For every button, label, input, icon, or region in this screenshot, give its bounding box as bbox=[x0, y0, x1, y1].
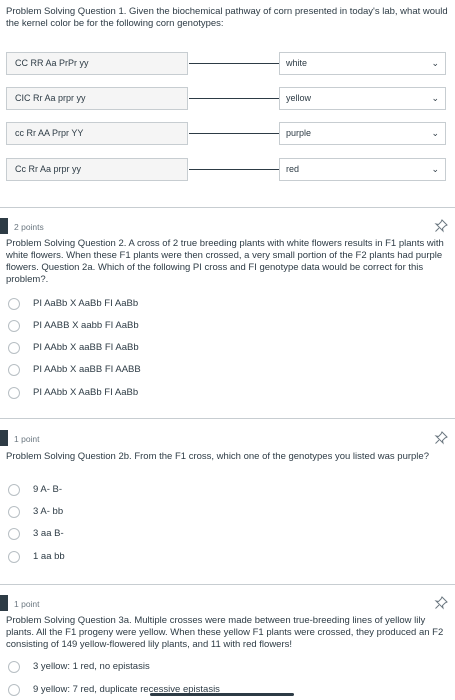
pin-icon[interactable] bbox=[434, 431, 448, 445]
match-select-value: white bbox=[286, 58, 308, 68]
horizontal-scrollbar[interactable] bbox=[150, 693, 294, 696]
radio-button[interactable] bbox=[8, 684, 20, 696]
q3-text: Problem Solving Question 2b. From the F1… bbox=[6, 451, 429, 462]
pin-icon[interactable] bbox=[434, 596, 448, 610]
points-label: 1 point bbox=[14, 434, 40, 444]
option-label: 3 A- bb bbox=[33, 506, 64, 517]
match-connector bbox=[189, 133, 279, 134]
match-left-3: cc Rr AA Prpr YY bbox=[6, 122, 188, 145]
radio-button[interactable] bbox=[8, 320, 20, 332]
radio-button[interactable] bbox=[8, 342, 20, 354]
radio-button[interactable] bbox=[8, 551, 20, 563]
option-label: PI AABB X aabb FI AaBb bbox=[33, 320, 139, 331]
match-connector bbox=[189, 63, 279, 64]
match-select-value: purple bbox=[286, 128, 312, 138]
chevron-down-icon: ⌄ bbox=[431, 128, 439, 138]
q4-text: Problem Solving Question 3a. Multiple cr… bbox=[6, 615, 444, 650]
match-left-4: Cc Rr Aa prpr yy bbox=[6, 158, 188, 181]
radio-button[interactable] bbox=[8, 298, 20, 310]
option-label: 3 aa B- bbox=[33, 528, 64, 539]
match-left-1: CC RR Aa PrPr yy bbox=[6, 52, 188, 75]
points-label: 2 points bbox=[14, 222, 44, 232]
radio-button[interactable] bbox=[8, 364, 20, 376]
pin-icon[interactable] bbox=[434, 219, 448, 233]
option-label: 9 A- B- bbox=[33, 484, 63, 495]
match-select-value: yellow bbox=[286, 93, 312, 103]
radio-button[interactable] bbox=[8, 528, 20, 540]
question-divider bbox=[0, 418, 455, 419]
question-divider bbox=[0, 584, 455, 585]
q2-text: Problem Solving Question 2. A cross of 2… bbox=[6, 238, 444, 285]
match-select-2[interactable]: yellow ⌄ bbox=[279, 87, 446, 110]
radio-button[interactable] bbox=[8, 661, 20, 673]
match-select-1[interactable]: white ⌄ bbox=[279, 52, 446, 75]
points-label: 1 point bbox=[14, 599, 40, 609]
chevron-down-icon: ⌄ bbox=[431, 58, 439, 68]
match-select-4[interactable]: red ⌄ bbox=[279, 158, 446, 181]
match-select-3[interactable]: purple ⌄ bbox=[279, 122, 446, 145]
radio-button[interactable] bbox=[8, 387, 20, 399]
option-label: PI AAbb X AaBb FI AaBb bbox=[33, 387, 139, 398]
match-select-value: red bbox=[286, 164, 300, 174]
radio-button[interactable] bbox=[8, 484, 20, 496]
match-connector bbox=[189, 169, 279, 170]
question-marker bbox=[0, 430, 8, 446]
question-divider bbox=[0, 207, 455, 208]
match-connector bbox=[189, 98, 279, 99]
option-label: PI AAbb X aaBB FI AABB bbox=[33, 364, 141, 375]
option-label: 1 aa bb bbox=[33, 551, 65, 562]
question-marker bbox=[0, 595, 8, 611]
chevron-down-icon: ⌄ bbox=[431, 164, 439, 174]
option-label: PI AAbb X aaBB FI AaBb bbox=[33, 342, 139, 353]
question-marker bbox=[0, 218, 8, 234]
option-label: PI AaBb X AaBb FI AaBb bbox=[33, 298, 139, 309]
match-left-2: CIC Rr Aa prpr yy bbox=[6, 87, 188, 110]
option-label: 3 yellow: 1 red, no epistasis bbox=[33, 661, 150, 672]
chevron-down-icon: ⌄ bbox=[431, 93, 439, 103]
q1-text: Problem Solving Question 1. Given the bi… bbox=[6, 6, 448, 29]
radio-button[interactable] bbox=[8, 506, 20, 518]
